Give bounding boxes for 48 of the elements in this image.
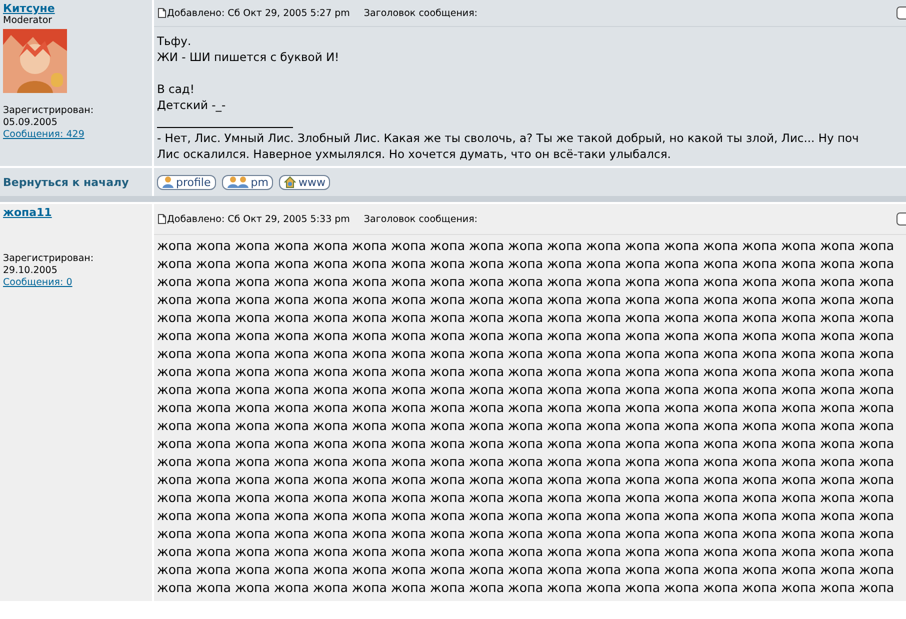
message-line: жопа жопа жопа жопа жопа жопа жопа жопа жопа жопа жопа жопа жопа жопа жопа жопа жопа жопа жопа (157, 309, 896, 327)
message-line: жопа жопа жопа жопа жопа жопа жопа жопа жопа жопа жопа жопа жопа жопа жопа жопа жопа жопа жопа (157, 255, 896, 273)
message-line: Тьфу. (157, 33, 192, 49)
message-line: жопа жопа жопа жопа жопа жопа жопа жопа жопа жопа жопа жопа жопа жопа жопа жопа жопа жопа жопа (157, 435, 896, 453)
author-link[interactable]: Китсуне (3, 2, 55, 15)
profile-button[interactable]: pm (222, 174, 274, 190)
message-line: жопа жопа жопа жопа жопа жопа жопа жопа жопа жопа жопа жопа жопа жопа жопа жопа жопа жопа жопа (157, 327, 896, 345)
message-line: жопа жопа жопа жопа жопа жопа жопа жопа жопа жопа жопа жопа жопа жопа жопа жопа жопа жопа жопа (157, 237, 896, 255)
message-line: В сад! (157, 81, 196, 97)
message-line: жопа жопа жопа жопа жопа жопа жопа жопа жопа жопа жопа жопа жопа жопа жопа жопа жопа жопа жопа (157, 417, 896, 435)
message-line: жопа жопа жопа жопа жопа жопа жопа жопа жопа жопа жопа жопа жопа жопа жопа жопа жопа жопа жопа (157, 561, 896, 579)
registered-label: Зарегистрирован: (3, 105, 94, 117)
message-line: жопа жопа жопа жопа жопа жопа жопа жопа жопа жопа жопа жопа жопа жопа жопа жопа жопа жопа жопа (157, 363, 896, 381)
messages-count-link[interactable]: Сообщения: 0 (3, 277, 72, 289)
message-line: Детский -_- (157, 97, 227, 113)
post-date: Добавлено: Сб Окт 29, 2005 5:27 pm (167, 8, 350, 18)
signature-line: - Нет, Лис. Умный Лис. Злобный Лис. Какая же ты сволочь, а? Ты же такой добрый, но какой ты злой, Лис... Ну поч (157, 130, 860, 146)
people-icon (226, 176, 249, 188)
post-date: Добавлено: Сб Окт 29, 2005 5:33 pm (167, 214, 350, 224)
home-icon (284, 176, 296, 188)
messages-count-link[interactable]: Сообщения: 429 (3, 129, 84, 141)
message-line: жопа жопа жопа жопа жопа жопа жопа жопа жопа жопа жопа жопа жопа жопа жопа жопа жопа жопа жопа (157, 381, 896, 399)
message-line: жопа жопа жопа жопа жопа жопа жопа жопа жопа жопа жопа жопа жопа жопа жопа жопа жопа жопа жопа (157, 399, 896, 417)
user-rank: Moderator (3, 15, 52, 27)
message-line: жопа жопа жопа жопа жопа жопа жопа жопа жопа жопа жопа жопа жопа жопа жопа жопа жопа жопа жопа (157, 291, 896, 309)
profile-button[interactable]: profile (157, 174, 216, 190)
message-line: жопа жопа жопа жопа жопа жопа жопа жопа жопа жопа жопа жопа жопа жопа жопа жопа жопа жопа жопа (157, 471, 896, 489)
message-line: ЖИ - ШИ пишется с буквой И! (157, 49, 340, 65)
registered-label: Зарегистрирован: (3, 253, 94, 265)
message-line: жопа жопа жопа жопа жопа жопа жопа жопа жопа жопа жопа жопа жопа жопа жопа жопа жопа жопа жопа (157, 453, 896, 471)
message-line: жопа жопа жопа жопа жопа жопа жопа жопа жопа жопа жопа жопа жопа жопа жопа жопа жопа жопа жопа (157, 579, 896, 597)
subject-label: Заголовок сообщения: (364, 8, 478, 18)
message-line: жопа жопа жопа жопа жопа жопа жопа жопа жопа жопа жопа жопа жопа жопа жопа жопа жопа жопа жопа (157, 489, 896, 507)
message-line: жопа жопа жопа жопа жопа жопа жопа жопа жопа жопа жопа жопа жопа жопа жопа жопа жопа жопа жопа (157, 345, 896, 363)
author-link[interactable]: жопа11 (3, 206, 52, 219)
message-line: жопа жопа жопа жопа жопа жопа жопа жопа жопа жопа жопа жопа жопа жопа жопа жопа жопа жопа жопа (157, 525, 896, 543)
subject-label: Заголовок сообщения: (364, 214, 478, 224)
signature-line: Лис оскалился. Наверное ухмылялся. Но хочется думать, что он всё-таки улыбался. (157, 146, 672, 162)
message-line: жопа жопа жопа жопа жопа жопа жопа жопа жопа жопа жопа жопа жопа жопа жопа жопа жопа жопа жопа (157, 507, 896, 525)
registered-date: 29.10.2005 (3, 265, 58, 277)
document-icon (158, 214, 166, 224)
message-line: жопа жопа жопа жопа жопа жопа жопа жопа жопа жопа жопа жопа жопа жопа жопа жопа жопа жопа жопа (157, 543, 896, 561)
profile-button[interactable]: www (279, 174, 330, 190)
document-icon (158, 8, 166, 18)
registered-date: 05.09.2005 (3, 117, 58, 129)
back-to-top-link[interactable]: Вернуться к началу (3, 176, 129, 188)
message-line: жопа жопа жопа жопа жопа жопа жопа жопа жопа жопа жопа жопа жопа жопа жопа жопа жопа жопа жопа (157, 273, 896, 291)
person-icon (162, 176, 174, 188)
